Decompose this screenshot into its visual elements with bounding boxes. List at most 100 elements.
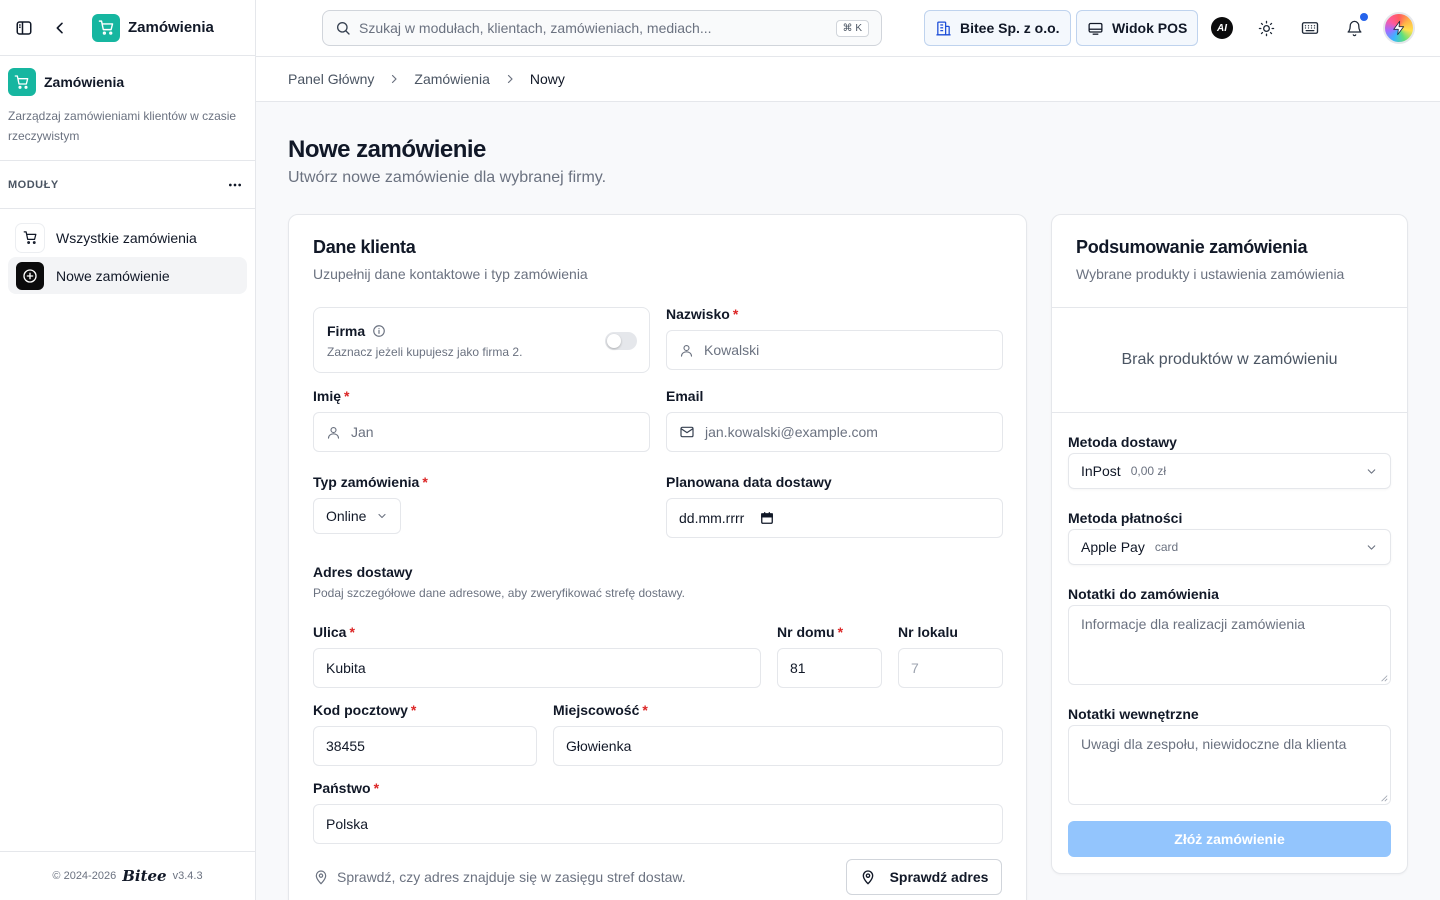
email-input[interactable]: jan.kowalski@example.com	[666, 412, 1003, 452]
address-check-hint: Sprawdź, czy adres znajduje się w zasięg…	[313, 869, 686, 885]
delivery-date-value: dd.mm.rrrr	[679, 510, 745, 526]
house-number-label: Nr domu *	[777, 624, 844, 640]
summary-header: Podsumowanie zamówienia Wybrane produkty…	[1052, 215, 1407, 308]
building-icon	[935, 20, 952, 37]
chevron-right-icon	[504, 73, 516, 85]
internal-notes-placeholder: Uwagi dla zespołu, niewidoczne dla klien…	[1081, 736, 1347, 752]
sidebar-toggle-icon[interactable]	[12, 16, 36, 40]
ai-assistant-button[interactable]: AI	[1210, 16, 1234, 40]
company-toggle-description: Zaznacz jeżeli kupujesz jako firma 2.	[327, 345, 523, 359]
app-title: Zamówienia	[128, 19, 214, 36]
delivery-address-subtitle: Podaj szczegółowe dane adresowe, aby zwe…	[313, 586, 685, 600]
summary-title: Podsumowanie zamówienia	[1076, 237, 1308, 257]
customer-data-card: Dane klienta Uzupełnij dane kontaktowe i…	[288, 214, 1027, 900]
house-number-input[interactable]: 81	[777, 648, 882, 688]
order-type-select[interactable]: Online	[313, 498, 402, 534]
company-switch-button[interactable]: Bitee Sp. z o.o.	[924, 10, 1071, 46]
sidebar-item-new-order[interactable]: Nowe zamówienie	[8, 257, 247, 294]
footer-copyright: © 2024-2026	[52, 870, 117, 882]
empty-products-message: Brak produktów w zamówieniu	[1052, 308, 1407, 413]
check-address-button[interactable]: Sprawdź adres	[846, 859, 1002, 895]
country-input[interactable]: Polska	[313, 804, 1003, 844]
order-notes-placeholder: Informacje dla realizacji zamówienia	[1081, 616, 1306, 632]
info-icon[interactable]	[372, 324, 386, 338]
delivery-date-input[interactable]: dd.mm.rrrr	[666, 498, 1003, 538]
company-toggle-switch[interactable]	[605, 332, 637, 350]
shipping-method-price: 0,00 zł	[1130, 464, 1167, 478]
breadcrumb: Panel Główny Zamówienia Nowy	[256, 57, 1440, 102]
order-notes-textarea[interactable]: Informacje dla realizacji zamówienia	[1068, 605, 1391, 685]
modules-section-label: MODUŁY	[8, 178, 59, 191]
house-number-value: 81	[790, 660, 806, 676]
search-placeholder: Szukaj w modułach, klientach, zamówienia…	[359, 20, 712, 36]
shipping-method-label: Metoda dostawy	[1068, 434, 1177, 450]
more-horizontal-icon[interactable]	[227, 177, 243, 193]
page-subtitle: Utwórz nowe zamówienie dla wybranej firm…	[288, 169, 607, 186]
user-icon	[326, 425, 341, 440]
breadcrumb-current: Nowy	[529, 71, 565, 87]
resize-grip-icon[interactable]	[1380, 794, 1388, 802]
breadcrumb-dashboard[interactable]: Panel Główny	[288, 71, 374, 87]
shipping-method-select[interactable]: InPost 0,00 zł	[1068, 453, 1391, 489]
plus-circle-icon	[16, 261, 44, 290]
order-summary-card: Podsumowanie zamówienia Wybrane produkty…	[1051, 214, 1408, 874]
sun-icon[interactable]	[1254, 16, 1278, 40]
payment-method-type: card	[1154, 540, 1179, 554]
company-toggle-label: Firma	[327, 323, 366, 339]
customer-card-title: Dane klienta	[313, 237, 416, 257]
check-address-label: Sprawdź adres	[889, 869, 989, 885]
delivery-date-label: Planowana data dostawy	[666, 474, 832, 490]
street-input[interactable]: Kubita	[313, 648, 761, 688]
cart-icon	[92, 13, 120, 42]
notifications-bell-icon[interactable]	[1342, 12, 1368, 40]
page-title: Nowe zamówienie	[288, 136, 486, 163]
city-value: Głowienka	[566, 738, 632, 754]
keyboard-icon[interactable]	[1298, 16, 1322, 40]
postal-code-value: 38455	[326, 738, 365, 754]
surname-label: Nazwisko *	[666, 306, 739, 322]
surname-placeholder: Kowalski	[704, 342, 760, 358]
place-order-button[interactable]: Złóż zamówienie	[1068, 821, 1391, 857]
search-icon	[335, 20, 351, 36]
shipping-method-value: InPost	[1081, 463, 1121, 479]
postal-code-input[interactable]: 38455	[313, 726, 537, 766]
delivery-address-title: Adres dostawy	[313, 564, 413, 580]
country-value: Polska	[326, 816, 369, 832]
pos-view-button[interactable]: Widok POS	[1076, 10, 1199, 46]
flat-number-placeholder: 7	[911, 660, 919, 676]
cart-icon	[8, 68, 36, 96]
summary-subtitle: Wybrane produkty i ustawienia zamówienia	[1076, 266, 1345, 282]
payment-method-select[interactable]: Apple Pay card	[1068, 529, 1391, 565]
first-name-placeholder: Jan	[351, 424, 374, 440]
calendar-icon[interactable]	[760, 511, 774, 525]
module-name: Zamówienia	[44, 74, 125, 90]
pos-register-icon	[1087, 20, 1104, 37]
cart-icon	[16, 223, 44, 252]
street-label: Ulica *	[313, 624, 355, 640]
sidebar-nav: Wszystkie zamówienia Nowe zamówienie	[0, 209, 255, 305]
notification-dot	[1359, 12, 1368, 21]
user-icon	[679, 343, 694, 358]
customer-card-subtitle: Uzupełnij dane kontaktowe i typ zamówien…	[313, 266, 588, 282]
city-input[interactable]: Głowienka	[553, 726, 1003, 766]
breadcrumb-orders[interactable]: Zamówienia	[414, 71, 489, 87]
sidebar-item-all-orders[interactable]: Wszystkie zamówienia	[8, 219, 247, 256]
sidebar-header: Zamówienia	[0, 0, 255, 56]
module-description: Zarządzaj zamówieniami klientów w czasie…	[8, 109, 237, 143]
chevron-down-icon	[376, 510, 388, 522]
first-name-input[interactable]: Jan	[313, 412, 650, 452]
user-avatar[interactable]	[1383, 12, 1415, 44]
global-search-input[interactable]: Szukaj w modułach, klientach, zamówienia…	[322, 10, 882, 46]
payment-method-value: Apple Pay	[1081, 539, 1145, 555]
chevron-down-icon	[1365, 541, 1378, 554]
sidebar-footer: © 2024-2026 Bitee v3.4.3	[0, 851, 255, 900]
company-button-label: Bitee Sp. z o.o.	[960, 20, 1060, 36]
internal-notes-textarea[interactable]: Uwagi dla zespołu, niewidoczne dla klien…	[1068, 725, 1391, 805]
resize-grip-icon[interactable]	[1380, 674, 1388, 682]
flat-number-input[interactable]: 7	[898, 648, 1003, 688]
back-chevron-icon[interactable]	[48, 16, 72, 40]
ai-icon: AI	[1211, 17, 1233, 39]
surname-input[interactable]: Kowalski	[666, 330, 1003, 370]
city-label: Miejscowość *	[553, 702, 648, 718]
flat-number-label: Nr lokalu	[898, 624, 958, 640]
